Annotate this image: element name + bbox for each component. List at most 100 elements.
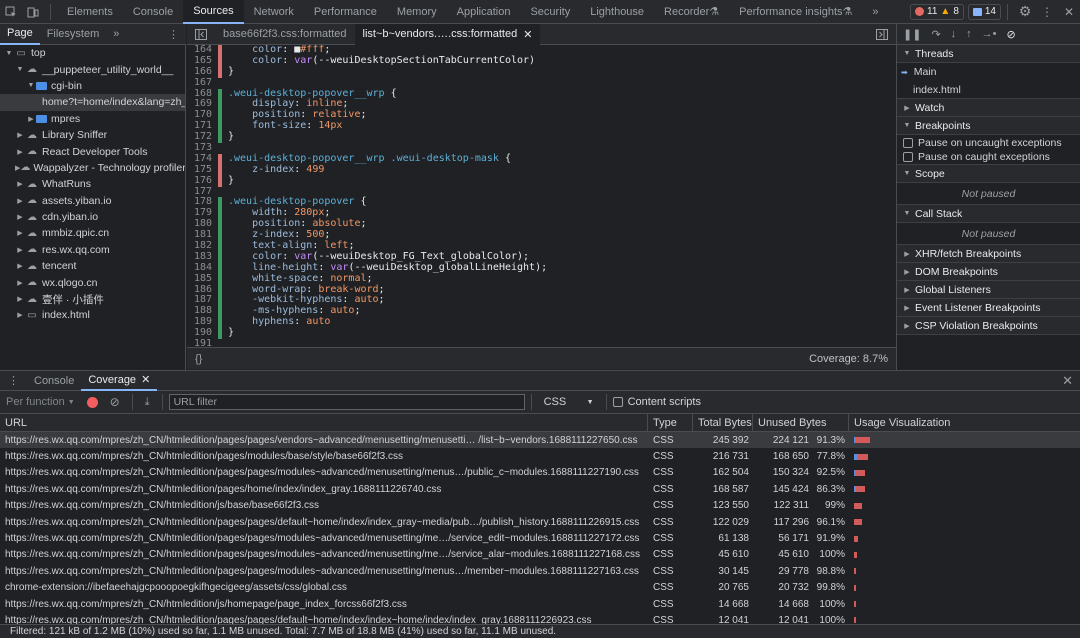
table-row[interactable]: https://res.wx.qq.com/mpres/zh_CN/htmled… — [0, 596, 1080, 612]
device-toolbar-icon[interactable] — [22, 0, 44, 24]
editor-tab-list-vendors-css[interactable]: list~b~vendors.….css:formatted ✕ — [354, 23, 541, 45]
editor-tab-base-css[interactable]: base66f2f3.css:formatted — [215, 24, 355, 45]
expand-triangle-icon[interactable]: ▼ — [4, 50, 14, 57]
tab-application[interactable]: Application — [447, 0, 521, 24]
close-drawer-icon[interactable]: ✕ — [1055, 370, 1080, 391]
tab-performance-insights[interactable]: Performance insights ⚗ — [729, 0, 862, 24]
tree-item[interactable]: ▶ ☁ 壹伴 · 小插件 — [0, 291, 185, 307]
collapse-triangle-icon[interactable]: ▶ — [15, 148, 25, 156]
more-tabs-button[interactable]: » — [862, 0, 888, 24]
tab-page[interactable]: Page — [0, 24, 40, 45]
breakpoints-section-header[interactable]: ▼ Breakpoints — [897, 117, 1080, 135]
drawer-tab-coverage[interactable]: Coverage ✕ — [81, 370, 158, 391]
record-icon[interactable] — [86, 396, 98, 408]
expand-triangle-icon[interactable]: ▼ — [26, 82, 36, 89]
drawer-menu-icon[interactable]: ⋮ — [0, 370, 27, 391]
content-scripts-checkbox[interactable]: Content scripts — [612, 396, 701, 408]
drawer-tab-console[interactable]: Console — [27, 370, 81, 391]
table-row[interactable]: https://res.wx.qq.com/mpres/zh_CN/htmled… — [0, 432, 1080, 449]
tree-item[interactable]: ▶ mpres — [0, 111, 185, 127]
step-into-icon[interactable]: ↓ — [951, 28, 957, 40]
tree-item[interactable]: ▶ ☁ Wappalyzer - Technology profiler — [0, 160, 185, 176]
tab-filesystem[interactable]: Filesystem — [40, 24, 107, 45]
expand-triangle-icon[interactable]: ▼ — [15, 66, 25, 73]
collapse-triangle-icon[interactable]: ▶ — [15, 180, 25, 188]
tab-lighthouse[interactable]: Lighthouse — [580, 0, 654, 24]
collapse-triangle-icon[interactable]: ▶ — [26, 115, 36, 123]
issues-counter[interactable]: 11 ▲ 8 — [910, 3, 964, 20]
tree-item[interactable]: ▶ ☁ React Developer Tools — [0, 143, 185, 159]
table-row[interactable]: https://res.wx.qq.com/mpres/zh_CN/htmled… — [0, 514, 1080, 530]
table-row[interactable]: chrome-extension://ibefaeehajgcpooopoegk… — [0, 580, 1080, 596]
column-header-url[interactable]: URL — [0, 413, 648, 432]
close-tab-icon[interactable]: ✕ — [141, 373, 150, 386]
tab-memory[interactable]: Memory — [387, 0, 447, 24]
line-number[interactable]: 167 — [187, 77, 218, 89]
csp-violation-breakpointssection-header[interactable]: ▶ CSP Violation Breakpoints — [897, 317, 1080, 335]
collapse-triangle-icon[interactable]: ▶ — [15, 229, 25, 237]
column-header-usage-visualization[interactable]: Usage Visualization — [849, 414, 1080, 432]
inspect-element-icon[interactable] — [0, 0, 22, 24]
step-icon[interactable]: →• — [982, 28, 997, 40]
table-row[interactable]: https://res.wx.qq.com/mpres/zh_CN/htmled… — [0, 563, 1080, 579]
tree-item[interactable]: ▶ ☁ res.wx.qq.com — [0, 242, 185, 258]
step-over-icon[interactable]: ↷ — [931, 28, 940, 41]
tree-item[interactable]: home?t=home/index&lang=zh_CN — [0, 94, 185, 111]
tree-item[interactable]: ▶ ☁ assets.yiban.io — [0, 193, 185, 209]
threads-section-header[interactable]: ▼ Threads — [897, 45, 1080, 63]
line-number[interactable]: 191 — [187, 338, 218, 347]
line-number[interactable]: 185 — [187, 273, 218, 285]
tree-item[interactable]: ▶ ▭ index.html — [0, 307, 185, 323]
url-filter-input[interactable] — [168, 394, 525, 410]
kebab-menu-icon[interactable]: ⋮ — [161, 24, 186, 45]
pause-caught-checkbox[interactable]: Pause on caught exceptions — [897, 150, 1080, 165]
tab-network[interactable]: Network — [244, 0, 304, 24]
xhr-fetch-breakpointssection-header[interactable]: ▶ XHR/fetch Breakpoints — [897, 245, 1080, 263]
column-header-unused-bytes[interactable]: Unused Bytes — [753, 413, 849, 432]
thread-main[interactable]: ➡ Main — [897, 63, 1080, 81]
close-devtools-icon[interactable]: ✕ — [1058, 0, 1080, 24]
tree-item[interactable]: ▶ ☁ cdn.yiban.io — [0, 209, 185, 225]
table-row[interactable]: https://res.wx.qq.com/mpres/zh_CN/htmled… — [0, 547, 1080, 563]
table-row[interactable]: https://res.wx.qq.com/mpres/zh_CN/htmled… — [0, 530, 1080, 546]
global-listenerssection-header[interactable]: ▶ Global Listeners — [897, 281, 1080, 299]
scope-section-header[interactable]: ▼ Scope — [897, 165, 1080, 183]
collapse-triangle-icon[interactable]: ▶ — [15, 295, 25, 303]
watch-section-header[interactable]: ▶ Watch — [897, 99, 1080, 117]
table-row[interactable]: https://res.wx.qq.com/mpres/zh_CN/htmled… — [0, 612, 1080, 624]
tab-security[interactable]: Security — [520, 0, 580, 24]
tab-elements[interactable]: Elements — [57, 0, 123, 24]
kebab-menu-icon[interactable]: ⋮ — [1036, 0, 1058, 24]
pretty-print-button[interactable]: {} — [195, 353, 202, 365]
line-number[interactable]: 176 — [187, 175, 218, 187]
call-stack-section-header[interactable]: ▼ Call Stack — [897, 205, 1080, 223]
tree-item[interactable]: ▶ ☁ Library Sniffer — [0, 127, 185, 143]
tree-item[interactable]: ▶ ☁ wx.qlogo.cn — [0, 274, 185, 290]
column-header-total-bytes[interactable]: Total Bytes — [693, 413, 753, 432]
tree-item[interactable]: ▶ ☁ WhatRuns — [0, 176, 185, 192]
type-select[interactable]: CSS ▼ — [538, 396, 600, 408]
toggle-debugger-icon[interactable] — [868, 24, 896, 45]
per-function-select[interactable]: Per function ▼ — [0, 396, 81, 408]
tree-item[interactable]: ▶ ☁ mmbiz.qpic.cn — [0, 225, 185, 241]
code-editor[interactable]: 164 color: ■#fff; 165 color: var(--weuiDe… — [187, 45, 896, 347]
tab-console[interactable]: Console — [123, 0, 183, 24]
toggle-navigator-icon[interactable] — [187, 24, 215, 45]
tree-item[interactable]: ▼ ▭ top — [0, 45, 185, 61]
collapse-triangle-icon[interactable]: ▶ — [15, 213, 25, 221]
close-tab-icon[interactable]: ✕ — [523, 28, 532, 41]
pause-icon[interactable]: ❚❚ — [903, 28, 921, 41]
gear-icon[interactable]: ⚙ — [1014, 0, 1036, 24]
collapse-triangle-icon[interactable]: ▶ — [15, 262, 25, 270]
collapse-triangle-icon[interactable]: ▶ — [15, 131, 25, 139]
event-listener-breakpointssection-header[interactable]: ▶ Event Listener Breakpoints — [897, 299, 1080, 317]
column-header-type[interactable]: Type — [648, 413, 693, 432]
messages-counter[interactable]: 14 — [967, 3, 1001, 20]
tree-item[interactable]: ▼ ☁ __puppeteer_utility_world__ — [0, 61, 185, 77]
deactivate-breakpoints-icon[interactable]: ⊘ — [1007, 28, 1016, 41]
tab-recorder[interactable]: Recorder ⚗ — [654, 0, 729, 24]
tree-item[interactable]: ▼ cgi-bin — [0, 78, 185, 94]
table-row[interactable]: https://res.wx.qq.com/mpres/zh_CN/htmled… — [0, 448, 1080, 464]
clear-icon[interactable]: ⊘ — [110, 395, 120, 409]
export-icon[interactable]: ⤓ — [145, 396, 150, 409]
